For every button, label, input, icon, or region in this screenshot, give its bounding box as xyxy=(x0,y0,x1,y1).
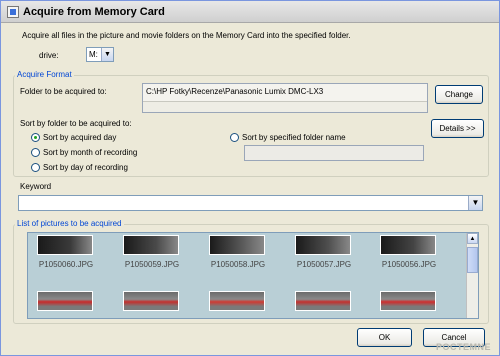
picture-thumbnail[interactable] xyxy=(295,291,351,311)
picture-filename: P1050057.JPG xyxy=(296,260,352,269)
picture-thumbnail[interactable] xyxy=(123,291,179,311)
keyword-label: Keyword xyxy=(20,182,52,191)
drive-select[interactable]: M: ▼ xyxy=(86,47,114,62)
horizontal-scrollbar[interactable] xyxy=(143,101,427,112)
radio-sort-folder-name[interactable]: Sort by specified folder name xyxy=(230,133,346,142)
scroll-thumb[interactable] xyxy=(467,247,478,273)
radio-dot[interactable] xyxy=(31,163,40,172)
picture-thumbnail[interactable] xyxy=(37,235,93,255)
radio-dot[interactable] xyxy=(31,133,40,142)
folder-path-field[interactable]: C:\HP Fotky\Recenze\Panasonic Lumix DMC-… xyxy=(142,83,428,113)
radio-sort-day-recording[interactable]: Sort by day of recording xyxy=(31,163,128,172)
title-bar: Acquire from Memory Card xyxy=(1,1,499,23)
watermark: POCTEMNE xyxy=(435,342,491,352)
acquire-dialog: Acquire from Memory Card Acquire all fil… xyxy=(0,0,500,356)
radio-label: Sort by acquired day xyxy=(43,133,117,142)
window-title: Acquire from Memory Card xyxy=(23,6,165,18)
picture-filename: P1050060.JPG xyxy=(38,260,94,269)
folder-label: Folder to be acquired to: xyxy=(20,87,107,96)
picture-thumbnail[interactable] xyxy=(123,235,179,255)
picture-thumbnail[interactable] xyxy=(380,291,436,311)
chevron-down-icon[interactable]: ▼ xyxy=(468,196,482,210)
description-text: Acquire all files in the picture and mov… xyxy=(22,31,351,40)
picture-thumbnail[interactable] xyxy=(209,291,265,311)
picture-thumbnail[interactable] xyxy=(380,235,436,255)
radio-dot[interactable] xyxy=(230,133,239,142)
picture-thumbnail[interactable] xyxy=(295,235,351,255)
radio-sort-month-recording[interactable]: Sort by month of recording xyxy=(31,148,137,157)
radio-label: Sort by day of recording xyxy=(43,163,128,172)
sort-label: Sort by folder to be acquired to: xyxy=(20,119,132,128)
folder-name-input[interactable] xyxy=(244,145,424,161)
picture-filename: P1050059.JPG xyxy=(124,260,180,269)
vertical-scrollbar[interactable]: ▲ xyxy=(466,233,478,318)
pictures-list[interactable]: P1050060.JPG P1050059.JPG P1050058.JPG P105… xyxy=(27,232,479,319)
details-button[interactable]: Details >> xyxy=(431,119,484,138)
ok-button[interactable]: OK xyxy=(357,328,412,347)
drive-value: M: xyxy=(89,50,98,59)
picture-filename: P1050058.JPG xyxy=(210,260,266,269)
radio-dot[interactable] xyxy=(31,148,40,157)
folder-path-text: C:\HP Fotky\Recenze\Panasonic Lumix DMC-… xyxy=(146,87,324,96)
app-icon xyxy=(7,6,19,18)
drive-label: drive: xyxy=(39,51,59,60)
picture-filename: P1050056.JPG xyxy=(381,260,437,269)
acquire-format-title: Acquire Format xyxy=(15,70,74,79)
radio-label: Sort by specified folder name xyxy=(242,133,346,142)
picture-thumbnail[interactable] xyxy=(37,291,93,311)
picture-thumbnail[interactable] xyxy=(209,235,265,255)
radio-label: Sort by month of recording xyxy=(43,148,138,157)
pictures-group-title: List of pictures to be acquired xyxy=(15,219,124,228)
change-button[interactable]: Change xyxy=(435,85,483,104)
radio-sort-acquired-day[interactable]: Sort by acquired day xyxy=(31,133,116,142)
chevron-down-icon[interactable]: ▼ xyxy=(101,48,113,61)
scroll-up-icon[interactable]: ▲ xyxy=(467,233,478,244)
keyword-combobox[interactable]: ▼ xyxy=(18,195,483,211)
